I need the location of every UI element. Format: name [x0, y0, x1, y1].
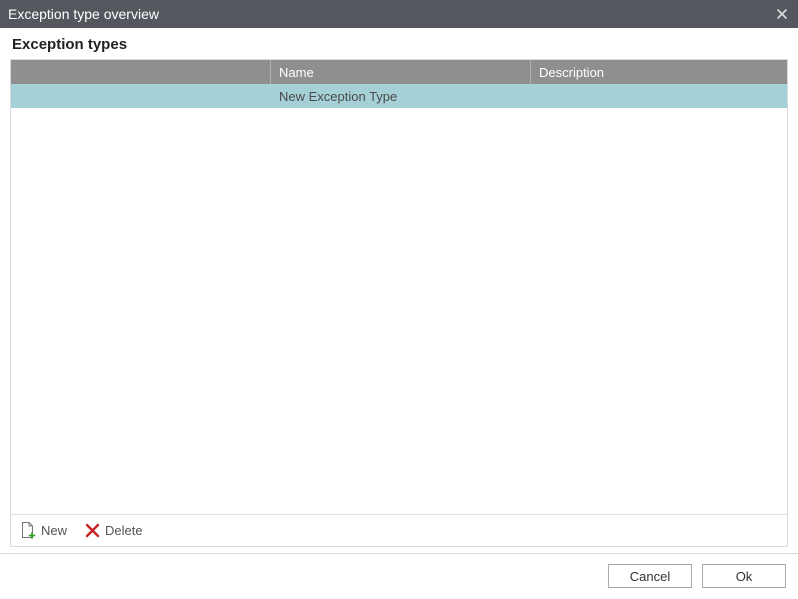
grid-header-blank[interactable]: [11, 60, 271, 84]
grid-body[interactable]: New Exception Type: [11, 84, 787, 514]
window-title: Exception type overview: [8, 6, 159, 22]
grid-toolbar: New Delete: [11, 514, 787, 546]
ok-button[interactable]: Ok: [702, 564, 786, 588]
grid-header-name[interactable]: Name: [271, 60, 531, 84]
delete-button-label: Delete: [105, 523, 143, 538]
table-row[interactable]: New Exception Type: [11, 84, 787, 108]
dialog-footer: Cancel Ok: [0, 553, 798, 588]
delete-x-icon: [85, 523, 100, 538]
new-button-label: New: [41, 523, 67, 538]
grid-header-description[interactable]: Description: [531, 60, 787, 84]
row-name-cell[interactable]: New Exception Type: [271, 89, 531, 104]
grid-header: Name Description: [11, 60, 787, 84]
delete-button[interactable]: Delete: [85, 523, 143, 538]
new-button[interactable]: New: [21, 522, 67, 539]
cancel-button[interactable]: Cancel: [608, 564, 692, 588]
titlebar: Exception type overview: [0, 0, 798, 28]
section-title: Exception types: [0, 28, 798, 59]
exception-types-grid: Name Description New Exception Type New: [10, 59, 788, 547]
close-icon[interactable]: [774, 6, 790, 22]
new-document-icon: [21, 522, 36, 539]
